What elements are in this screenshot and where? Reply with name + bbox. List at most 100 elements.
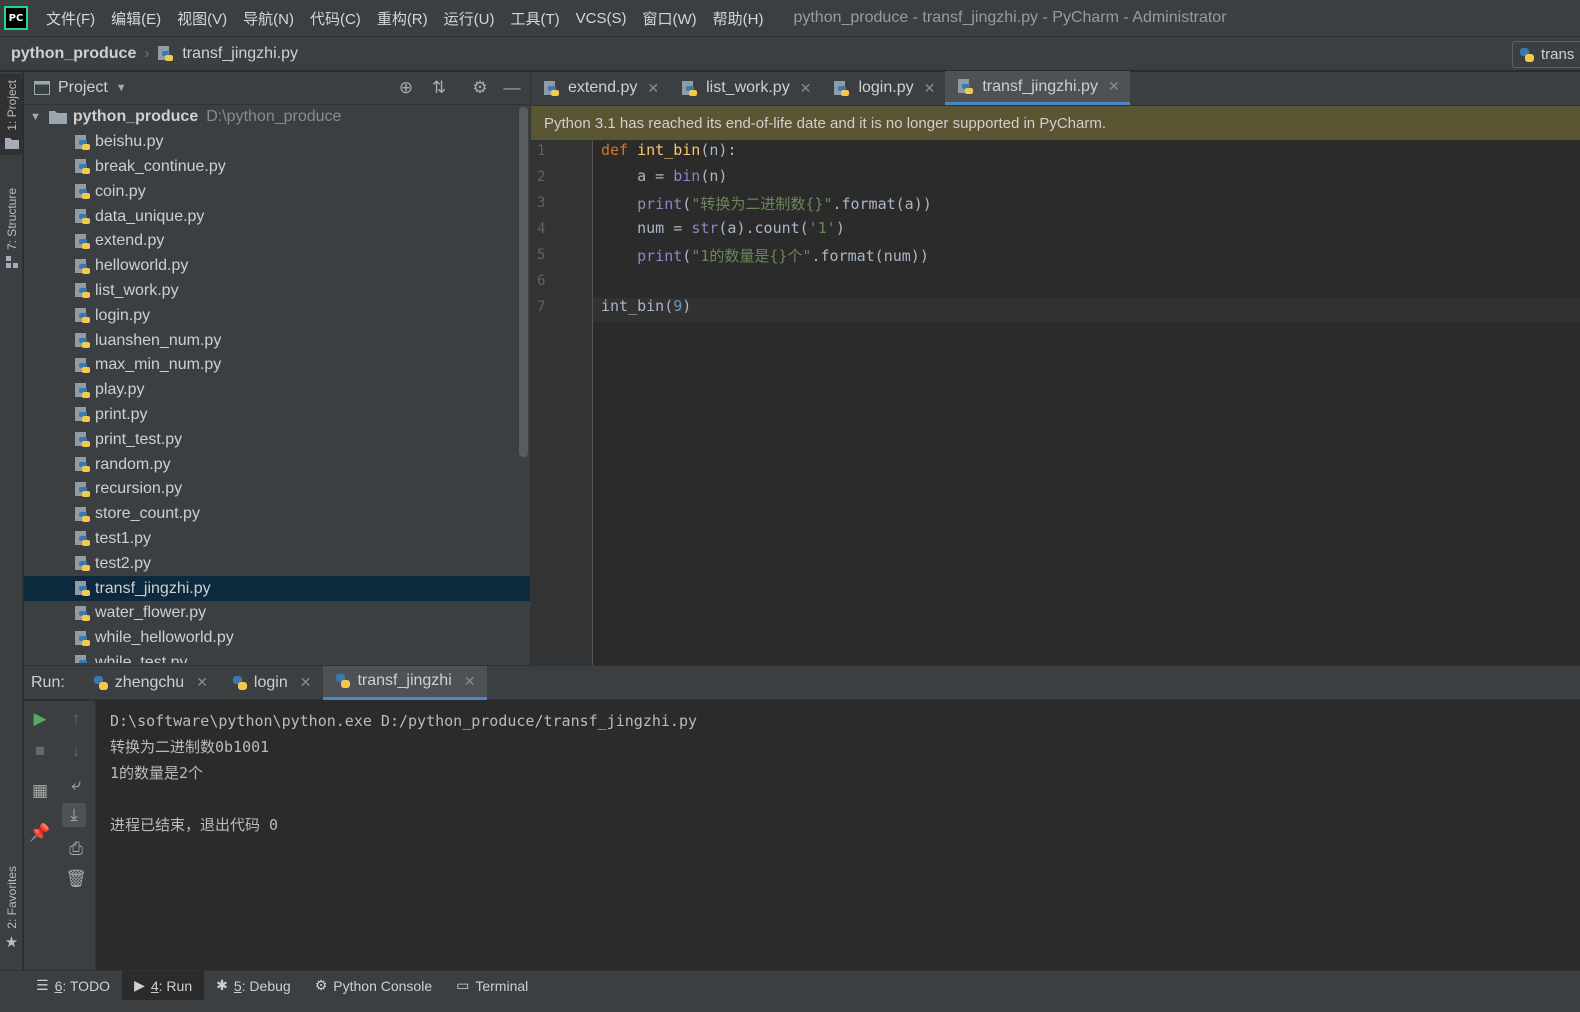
folder-icon [4, 137, 19, 149]
tree-root[interactable]: ▼ python_produce D:\python_produce [24, 105, 530, 130]
chevron-down-icon[interactable]: ▼ [116, 82, 127, 94]
breadcrumb-file[interactable]: transf_jingzhi.py [182, 45, 298, 63]
tree-file-item[interactable]: coin.py [24, 179, 530, 204]
project-view-selector[interactable]: Project [58, 79, 108, 97]
run-tab[interactable]: zhengchu ✕ [81, 666, 220, 700]
tree-file-item[interactable]: max_min_num.py [24, 353, 530, 378]
run-tab[interactable]: transf_jingzhi ✕ [323, 665, 488, 700]
file-name: print_test.py [95, 430, 183, 448]
rerun-icon[interactable]: ▶ [28, 707, 52, 731]
menu-help[interactable]: 帮助(H) [705, 8, 772, 29]
python-icon [1520, 47, 1534, 62]
tool-window-button[interactable]: ▶ 4: Run [122, 970, 205, 1001]
run-toolbar: ▶ ↑ ■ ↓ ⤶ ▦ ⤓ 📌 ⎙ 🗑 [24, 701, 96, 971]
scroll-to-end-icon[interactable]: ⤓ [62, 803, 86, 827]
menu-navigate[interactable]: 导航(N) [235, 8, 302, 29]
tool-favorites[interactable]: 2: Favorites ★ [0, 862, 23, 955]
pycharm-logo-icon: PC [4, 6, 28, 30]
tree-file-item[interactable]: water_flower.py [24, 601, 530, 626]
tree-file-item[interactable]: test2.py [24, 551, 530, 576]
run-tab-label: login [253, 673, 288, 691]
tool-window-button[interactable]: ☰ 6: TODO [24, 971, 122, 1001]
close-icon[interactable]: ✕ [800, 80, 812, 97]
pin-icon[interactable]: 📌 [28, 821, 52, 845]
tree-file-item[interactable]: list_work.py [24, 279, 530, 304]
tab-label: transf_jingzhi.py [982, 77, 1098, 95]
locate-icon[interactable]: ⊕ [396, 78, 416, 98]
python-file-icon [158, 46, 174, 61]
menu-vcs[interactable]: VCS(S) [568, 10, 635, 27]
breadcrumb-project[interactable]: python_produce [11, 45, 136, 63]
tree-file-item[interactable]: print.py [24, 403, 530, 428]
tree-file-item[interactable]: play.py [24, 378, 530, 403]
editor-tab[interactable]: list_work.py ✕ [669, 71, 821, 105]
tree-file-item[interactable]: login.py [24, 303, 530, 328]
tree-file-item[interactable]: random.py [24, 452, 530, 477]
tool-structure[interactable]: 7: Structure [0, 184, 23, 272]
menu-code[interactable]: 代码(C) [302, 8, 369, 29]
line-number: 7 [537, 299, 546, 315]
menu-file[interactable]: 文件(F) [38, 8, 103, 29]
tree-file-item[interactable]: luanshen_num.py [24, 328, 530, 353]
tree-file-item[interactable]: print_test.py [24, 427, 530, 452]
code-line: int_bin(9) [601, 297, 692, 315]
close-icon[interactable]: ✕ [924, 80, 936, 97]
print-icon[interactable]: ⎙ [64, 837, 88, 861]
python-file-icon [834, 80, 850, 96]
expand-arrow-icon[interactable]: ▼ [30, 111, 41, 123]
tree-file-item[interactable]: while_helloworld.py [24, 626, 530, 651]
tool-window-button[interactable]: ▭ Terminal [444, 971, 540, 1001]
layout-icon[interactable]: ▦ [28, 779, 52, 803]
up-arrow-icon[interactable]: ↑ [64, 707, 88, 731]
menu-view[interactable]: 视图(V) [169, 8, 235, 29]
editor-tab[interactable]: login.py ✕ [821, 71, 945, 105]
menu-bar: PC 文件(F) 编辑(E) 视图(V) 导航(N) 代码(C) 重构(R) 运… [0, 0, 1580, 36]
close-icon[interactable]: ✕ [300, 674, 312, 691]
collapse-all-icon[interactable]: ⇅ [429, 78, 449, 98]
tool-project[interactable]: 1: Project [0, 74, 23, 155]
menu-run[interactable]: 运行(U) [436, 8, 503, 29]
soft-wrap-icon[interactable]: ⤶ [64, 773, 88, 797]
menu-tools[interactable]: 工具(T) [502, 8, 567, 29]
tree-file-item[interactable]: while_test.py [24, 651, 530, 663]
run-config-selector[interactable]: trans [1512, 41, 1580, 68]
tree-file-item[interactable]: break_continue.py [24, 155, 530, 180]
menu-edit[interactable]: 编辑(E) [103, 8, 169, 29]
menu-window[interactable]: 窗口(W) [634, 8, 704, 29]
file-name: beishu.py [95, 133, 164, 151]
hide-panel-icon[interactable]: — [502, 78, 522, 98]
python-file-icon [75, 457, 90, 473]
tree-file-item[interactable]: transf_jingzhi.py [24, 576, 530, 601]
tool-window-button[interactable]: ⚙ Python Console [303, 971, 444, 1001]
tree-file-item[interactable]: recursion.py [24, 477, 530, 502]
python-console-icon: ⚙ [314, 977, 328, 993]
close-icon[interactable]: ✕ [647, 80, 659, 97]
python-file-icon [75, 357, 90, 373]
run-tab[interactable]: login ✕ [220, 666, 324, 700]
close-icon[interactable]: ✕ [196, 674, 208, 691]
down-arrow-icon[interactable]: ↓ [64, 739, 88, 763]
gear-icon[interactable]: ⚙ [470, 78, 490, 98]
close-icon[interactable]: ✕ [464, 673, 476, 690]
code-line: print("1的数量是{}个".format(num)) [637, 247, 929, 265]
close-icon[interactable]: ✕ [1108, 78, 1120, 95]
python-file-icon [75, 308, 90, 324]
python-file-icon [682, 80, 698, 96]
line-number: 6 [537, 273, 546, 289]
console-output[interactable]: D:\software\python\python.exe D:/python_… [110, 708, 697, 838]
menu-refactor[interactable]: 重构(R) [369, 8, 436, 29]
trash-icon[interactable]: 🗑 [64, 867, 88, 891]
tool-window-button[interactable]: ✱ 5: Debug [204, 971, 303, 1001]
editor-tab[interactable]: extend.py ✕ [531, 71, 669, 105]
tree-file-item[interactable]: helloworld.py [24, 254, 530, 279]
editor-tab[interactable]: transf_jingzhi.py ✕ [945, 71, 1130, 105]
tree-scrollbar[interactable] [519, 107, 528, 457]
code-editor[interactable]: 1 2 3 4 5 6 7 def int_bin(n): a = bin(n) print… [531, 140, 1580, 665]
python-file-icon [75, 407, 90, 423]
tree-file-item[interactable]: data_unique.py [24, 204, 530, 229]
tree-file-item[interactable]: store_count.py [24, 502, 530, 527]
tree-file-item[interactable]: beishu.py [24, 130, 530, 155]
tree-file-item[interactable]: test1.py [24, 527, 530, 552]
tree-file-item[interactable]: extend.py [24, 229, 530, 254]
stop-icon[interactable]: ■ [28, 739, 52, 763]
